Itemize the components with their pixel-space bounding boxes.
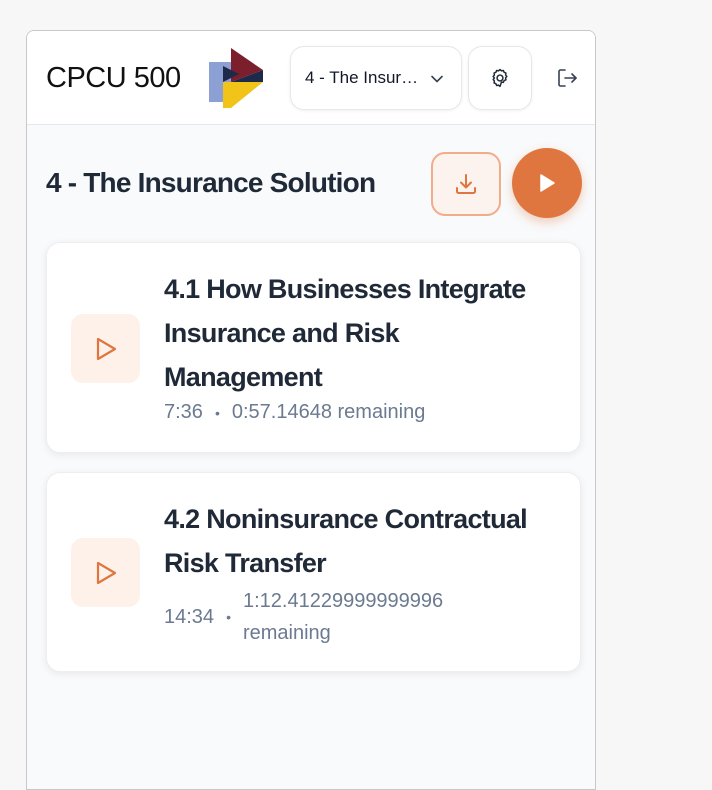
meta-separator: • [226, 609, 231, 625]
lesson-duration: 14:34 [164, 605, 215, 628]
chapter-select-value: 4 - The Insurance Solution [305, 68, 419, 87]
download-icon [456, 174, 476, 194]
lesson-play-button[interactable] [71, 314, 140, 383]
logout-icon [558, 69, 577, 87]
lesson-remaining: 0:57.14648 remaining [231, 401, 426, 423]
gear-icon [492, 68, 508, 88]
play-outline-icon [96, 337, 116, 360]
brand-title: CPCU 500 [46, 62, 181, 94]
chevron-down-icon [431, 75, 443, 83]
lesson-remaining: 1:12.41229999999996 remaining [242, 590, 444, 644]
lesson-card[interactable]: 4.1 How Businesses Integrate Insurance a… [46, 242, 581, 453]
app-window: CPCU 500 4 - The Insurance Solution [26, 30, 596, 790]
play-icon [540, 174, 555, 192]
header: CPCU 500 4 - The Insurance Solution [27, 31, 595, 125]
section-title: 4 - The Insurance Solution [46, 167, 376, 198]
lesson-meta: 14:34 • 1:12.41229999999996 remaining [164, 585, 493, 649]
download-button[interactable] [431, 152, 501, 216]
lesson-duration: 7:36 [164, 401, 203, 423]
meta-separator: • [214, 404, 220, 421]
play-all-button[interactable] [512, 148, 582, 218]
settings-button[interactable] [468, 46, 532, 110]
content-area: 4 - The Insurance Solution 4.1 How Busin… [27, 125, 595, 789]
play-outline-icon [96, 561, 116, 584]
lesson-title: 4.1 How Businesses Integrate Insurance a… [164, 274, 526, 392]
lesson-card[interactable]: 4.2 Noninsurance Contractual Risk Transf… [46, 472, 581, 672]
lesson-meta: 7:36 • 0:57.14648 remaining [164, 401, 425, 424]
lesson-title: 4.2 Noninsurance Contractual Risk Transf… [164, 504, 528, 578]
chapter-select[interactable]: 4 - The Insurance Solution [290, 46, 462, 110]
logo-yellow-shape [223, 82, 263, 108]
logout-button[interactable] [552, 63, 584, 93]
lesson-play-button[interactable] [71, 538, 140, 607]
brand-logo [209, 48, 263, 108]
